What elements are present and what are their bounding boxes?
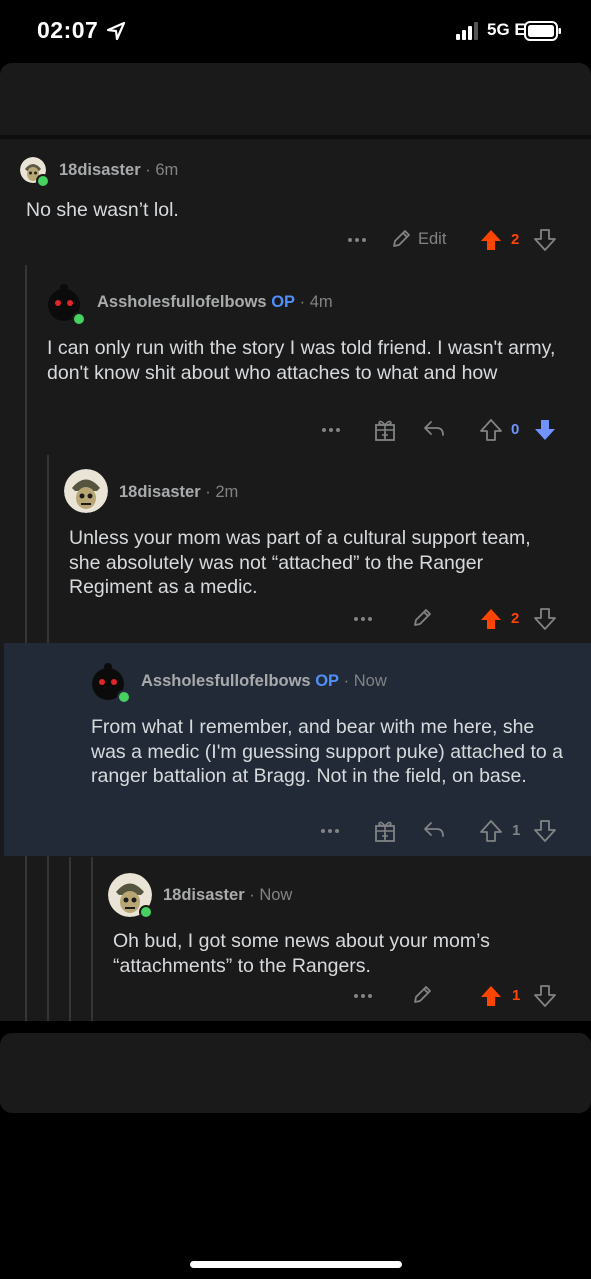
more-icon[interactable]	[353, 989, 373, 1003]
edit-label: Edit	[418, 230, 447, 248]
comment-meta: 18disaster · 6m	[59, 161, 178, 180]
post-header-panel	[0, 63, 591, 135]
meta-separator: ·	[205, 483, 211, 501]
comment-meta: Assholesfullofelbows OP · 4m	[97, 293, 333, 312]
comment-body: Unless your mom was part of a cultural s…	[69, 527, 531, 598]
comment-age: 4m	[309, 293, 333, 311]
vote-score: 2	[511, 610, 520, 627]
downvote-arrow-icon[interactable]	[534, 228, 556, 252]
comment-body: From what I remember, and bear with me h…	[91, 716, 563, 787]
comment-age: Now	[353, 672, 387, 690]
upvote-arrow-icon[interactable]	[480, 228, 502, 252]
comment-actions: 1	[0, 982, 591, 1010]
op-badge: OP	[271, 293, 296, 311]
downvote-arrow-icon[interactable]	[534, 819, 556, 843]
upvote-arrow-icon[interactable]	[480, 418, 502, 442]
comment-age: 6m	[155, 161, 179, 179]
vote-score: 1	[512, 987, 521, 1004]
meta-separator: ·	[249, 886, 255, 904]
username[interactable]: Assholesfullofelbows	[141, 672, 311, 690]
pencil-icon	[393, 230, 410, 247]
upvote-arrow-icon[interactable]	[480, 607, 502, 631]
username[interactable]: 18disaster	[163, 886, 245, 904]
award-icon[interactable]	[374, 418, 396, 442]
comment-body: I can only run with the story I was told…	[47, 337, 556, 384]
more-icon[interactable]	[321, 423, 341, 437]
award-icon[interactable]	[374, 819, 396, 843]
username[interactable]: 18disaster	[59, 161, 141, 179]
downvote-arrow-icon[interactable]	[534, 984, 556, 1008]
comment-body: No she wasn’t lol.	[26, 199, 179, 221]
vote-score: 2	[511, 231, 520, 248]
comment-actions: 0	[0, 416, 591, 444]
username[interactable]: 18disaster	[119, 483, 201, 501]
comment-meta: 18disaster · 2m	[119, 483, 238, 502]
comment-actions: 2	[0, 605, 591, 633]
online-indicator	[139, 905, 153, 919]
comment-meta: Assholesfullofelbows OP · Now	[141, 672, 387, 691]
username[interactable]: Assholesfullofelbows	[97, 293, 267, 311]
more-icon[interactable]	[353, 612, 373, 626]
status-bar: 02:07 5G E	[0, 0, 591, 62]
home-indicator[interactable]	[190, 1261, 402, 1268]
online-indicator	[117, 690, 131, 704]
reply-icon[interactable]	[422, 418, 446, 440]
vote-score: 0	[511, 421, 520, 438]
comment-body: Oh bud, I got some news about your mom’s…	[113, 930, 490, 977]
edit-button[interactable]: Edit	[390, 228, 452, 252]
signal-icon	[456, 22, 478, 40]
pencil-icon[interactable]	[411, 607, 433, 629]
meta-separator: ·	[299, 293, 306, 311]
online-indicator	[72, 312, 86, 326]
downvote-arrow-icon[interactable]	[534, 607, 556, 631]
status-time: 02:07	[37, 17, 99, 43]
more-icon[interactable]	[320, 824, 340, 838]
pencil-icon[interactable]	[411, 984, 433, 1006]
online-indicator	[36, 174, 50, 188]
op-badge: OP	[315, 672, 340, 690]
upvote-arrow-icon[interactable]	[480, 819, 502, 843]
meta-separator: ·	[343, 672, 350, 690]
vote-score: 1	[512, 822, 521, 839]
more-icon[interactable]	[347, 233, 367, 247]
comment-meta: 18disaster · Now	[163, 886, 292, 905]
location-arrow-icon	[106, 21, 126, 41]
bottom-panel	[0, 1033, 591, 1113]
comment-age: 2m	[215, 483, 239, 501]
reply-icon[interactable]	[422, 819, 446, 841]
battery-icon	[524, 21, 561, 41]
upvote-arrow-icon[interactable]	[480, 984, 502, 1008]
comment-age: Now	[259, 886, 293, 904]
downvote-arrow-icon[interactable]	[534, 418, 556, 442]
avatar[interactable]	[64, 469, 108, 513]
network-type: 5G E	[487, 20, 526, 39]
comment-actions: Edit 2	[0, 226, 591, 254]
meta-separator: ·	[145, 161, 151, 179]
comment-actions: 1	[0, 817, 591, 845]
